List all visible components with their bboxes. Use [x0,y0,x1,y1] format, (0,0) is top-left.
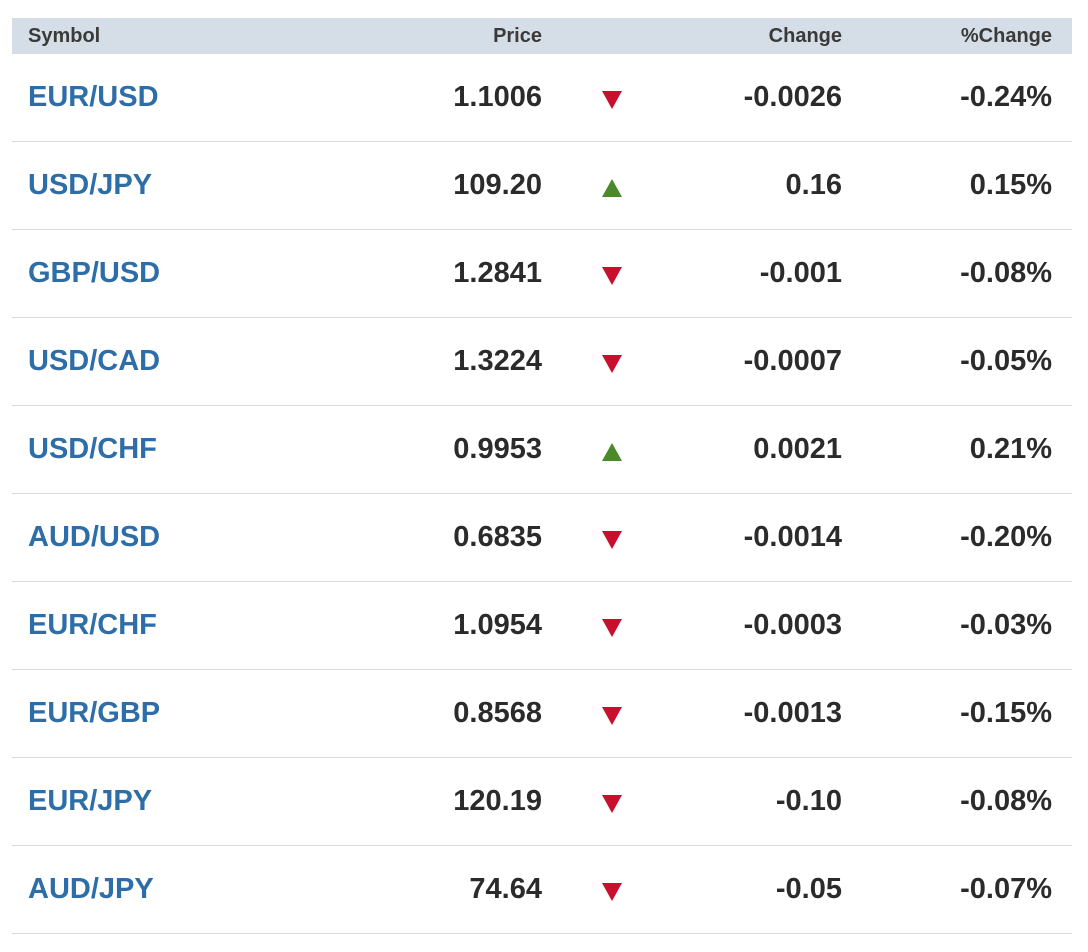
pct-change-value: -0.08% [960,257,1052,289]
change-value: -0.0003 [743,609,842,641]
symbol-link[interactable]: EUR/CHF [28,609,157,641]
price-value: 0.6835 [453,521,542,553]
currency-quotes-table: Symbol Price Change %Change EUR/USD 1.10… [12,18,1072,934]
symbol-link[interactable]: AUD/JPY [28,873,154,905]
change-value: -0.05 [775,873,842,905]
price-value: 0.9953 [453,433,542,465]
symbol-link[interactable]: GBP/USD [28,257,160,289]
price-value: 1.0954 [453,609,542,641]
up-arrow-icon [602,178,622,197]
change-value: -0.0014 [743,521,842,553]
table-row: USD/CHF 0.9953 0.0021 0.21% [12,406,1072,494]
pct-change-value: -0.03% [960,609,1052,641]
price-value: 74.64 [469,873,542,905]
down-arrow-icon [602,530,622,549]
change-value: -0.0026 [743,81,842,113]
down-arrow-icon [602,90,622,109]
table-row: EUR/CHF 1.0954 -0.0003 -0.03% [12,582,1072,670]
price-value: 120.19 [453,785,542,817]
column-header-price[interactable]: Price [382,25,542,48]
change-value: 0.16 [785,169,842,201]
symbol-link[interactable]: USD/CAD [28,345,160,377]
table-row: USD/CAD 1.3224 -0.0007 -0.05% [12,318,1072,406]
price-value: 1.2841 [453,257,542,289]
price-value: 0.8568 [453,697,542,729]
up-arrow-icon [602,442,622,461]
symbol-link[interactable]: USD/JPY [28,169,152,201]
down-arrow-icon [602,882,622,901]
pct-change-value: -0.20% [960,521,1052,553]
down-arrow-icon [602,706,622,725]
table-header: Symbol Price Change %Change [12,18,1072,54]
change-value: -0.0007 [743,345,842,377]
column-header-pct-change[interactable]: %Change [842,25,1052,48]
down-arrow-icon [602,354,622,373]
column-header-symbol[interactable]: Symbol [12,25,382,48]
pct-change-value: -0.15% [960,697,1052,729]
down-arrow-icon [602,618,622,637]
symbol-link[interactable]: AUD/USD [28,521,160,553]
table-row: GBP/USD 1.2841 -0.001 -0.08% [12,230,1072,318]
symbol-link[interactable]: EUR/GBP [28,697,160,729]
price-value: 1.3224 [453,345,542,377]
down-arrow-icon [602,794,622,813]
table-row: EUR/JPY 120.19 -0.10 -0.08% [12,758,1072,846]
column-header-change[interactable]: Change [682,25,842,48]
table-row: AUD/USD 0.6835 -0.0014 -0.20% [12,494,1072,582]
symbol-link[interactable]: EUR/JPY [28,785,152,817]
change-value: 0.0021 [753,433,842,465]
symbol-link[interactable]: EUR/USD [28,81,159,113]
table-row: AUD/JPY 74.64 -0.05 -0.07% [12,846,1072,934]
price-value: 1.1006 [453,81,542,113]
change-value: -0.001 [759,257,842,289]
pct-change-value: -0.08% [960,785,1052,817]
table-row: EUR/USD 1.1006 -0.0026 -0.24% [12,54,1072,142]
change-value: -0.10 [775,785,842,817]
table-row: USD/JPY 109.20 0.16 0.15% [12,142,1072,230]
pct-change-value: 0.15% [969,169,1052,201]
change-value: -0.0013 [743,697,842,729]
pct-change-value: 0.21% [969,433,1052,465]
down-arrow-icon [602,266,622,285]
symbol-link[interactable]: USD/CHF [28,433,157,465]
table-row: EUR/GBP 0.8568 -0.0013 -0.15% [12,670,1072,758]
pct-change-value: -0.05% [960,345,1052,377]
pct-change-value: -0.24% [960,81,1052,113]
price-value: 109.20 [453,169,542,201]
pct-change-value: -0.07% [960,873,1052,905]
